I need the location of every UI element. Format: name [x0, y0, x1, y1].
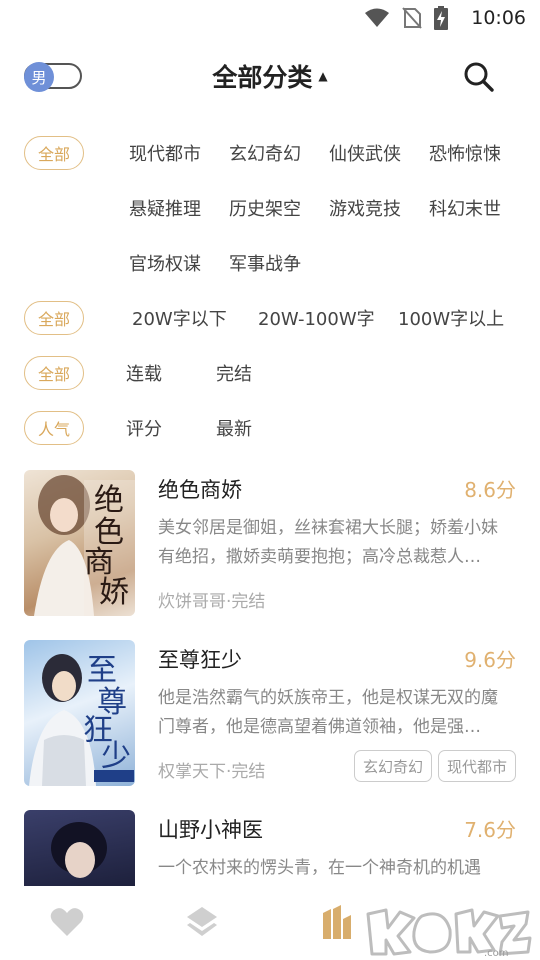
category-option[interactable]: 科幻末世: [429, 195, 501, 221]
category-option[interactable]: 仙侠武侠: [329, 140, 401, 166]
word-count-option[interactable]: 100W字以上: [398, 305, 504, 331]
status-icons: [364, 6, 448, 30]
book-description: 美女邻居是御姐，丝袜套裙大长腿；娇羞小妹有绝招，撒娇卖萌要抱抱；高冷总裁惹人…: [158, 518, 498, 567]
library-icon: [323, 905, 351, 939]
status-option[interactable]: 完结: [216, 360, 252, 386]
book-item[interactable]: 至 尊 狂 少 至尊狂少 9.6分 他是浩然霸气的妖族帝王，他是权谋无双的魔门尊…: [0, 640, 540, 790]
page-title[interactable]: 全部分类 ▲: [0, 58, 540, 94]
book-item[interactable]: 绝 色 商 娇 绝色商娇 8.6分 美女邻居是御姐，丝袜套裙大长腿；娇羞小妹有绝…: [0, 470, 540, 620]
category-option[interactable]: 现代都市: [129, 140, 201, 166]
word-count-option[interactable]: 20W字以下: [132, 305, 227, 331]
status-bar: 10:06: [0, 0, 540, 36]
book-title: 山野小神医: [158, 818, 263, 842]
status-all-pill[interactable]: 全部: [24, 356, 84, 390]
category-option[interactable]: 玄幻奇幻: [229, 140, 301, 166]
svg-text:绝: 绝: [94, 483, 124, 518]
category-option[interactable]: 游戏竞技: [329, 195, 401, 221]
book-cover[interactable]: 绝 色 商 娇: [24, 470, 135, 616]
word-count-filter: 全部 20W字以下 20W-100W字 100W字以上: [0, 298, 540, 338]
caret-up-icon: ▲: [318, 69, 328, 83]
nav-favorites[interactable]: [47, 902, 87, 942]
book-score: 8.6分: [464, 478, 516, 502]
category-option[interactable]: 历史架空: [229, 195, 301, 221]
category-filter-row-3: 官场权谋 军事战争: [0, 243, 540, 283]
category-option[interactable]: 悬疑推理: [129, 195, 201, 221]
category-option[interactable]: 恐怖惊悚: [429, 140, 501, 166]
sort-filter: 人气 评分 最新: [0, 408, 540, 448]
nav-library[interactable]: [317, 902, 357, 942]
wifi-icon: [365, 8, 389, 27]
cover-art: 绝 色 商 娇: [34, 475, 135, 616]
watermark-logo: .com: [364, 904, 534, 959]
heart-icon: [50, 908, 84, 936]
book-author-status: 权掌天下·完结: [158, 762, 266, 782]
status-option[interactable]: 连载: [126, 360, 162, 386]
cover-art: 至 尊 狂 少: [29, 653, 134, 786]
no-sim-icon: [402, 7, 422, 29]
word-count-all-pill[interactable]: 全部: [24, 301, 84, 335]
svg-text:少: 少: [101, 739, 131, 774]
svg-text:至: 至: [87, 653, 117, 688]
battery-charging-icon: [434, 6, 448, 30]
book-score: 7.6分: [464, 818, 516, 842]
category-option[interactable]: 官场权谋: [129, 250, 201, 276]
layers-icon: [187, 907, 217, 936]
page-title-text: 全部分类: [212, 63, 313, 92]
search-icon[interactable]: [462, 60, 496, 94]
book-tag[interactable]: 现代都市: [438, 750, 517, 782]
bottom-nav: .com: [0, 886, 540, 960]
book-title: 绝色商娇: [158, 478, 242, 502]
svg-text:娇: 娇: [99, 575, 129, 610]
word-count-option[interactable]: 20W-100W字: [258, 305, 375, 331]
book-author-status: 炊饼哥哥·完结: [158, 592, 266, 612]
nav-categories[interactable]: [182, 902, 222, 942]
sort-option[interactable]: 最新: [216, 415, 252, 441]
category-filter-row-2: 悬疑推理 历史架空 游戏竞技 科幻末世: [0, 188, 540, 228]
book-title: 至尊狂少: [158, 648, 242, 672]
sort-option[interactable]: 评分: [126, 415, 162, 441]
status-filter: 全部 连载 完结: [0, 353, 540, 393]
book-description: 他是浩然霸气的妖族帝王，他是权谋无双的魔门尊者，他是德高望着佛道领袖，他是强…: [158, 688, 498, 737]
category-option[interactable]: 军事战争: [229, 250, 301, 276]
status-time: 10:06: [471, 7, 526, 29]
book-score: 9.6分: [464, 648, 516, 672]
category-filter: 全部 现代都市 玄幻奇幻 仙侠武侠 恐怖惊悚: [0, 133, 540, 173]
category-all-pill[interactable]: 全部: [24, 136, 84, 170]
header: 男 全部分类 ▲: [0, 44, 540, 106]
svg-text:.com: .com: [484, 948, 509, 958]
sort-popular-pill[interactable]: 人气: [24, 411, 84, 445]
book-tag[interactable]: 玄幻奇幻: [354, 750, 433, 782]
book-cover[interactable]: 至 尊 狂 少: [24, 640, 135, 786]
